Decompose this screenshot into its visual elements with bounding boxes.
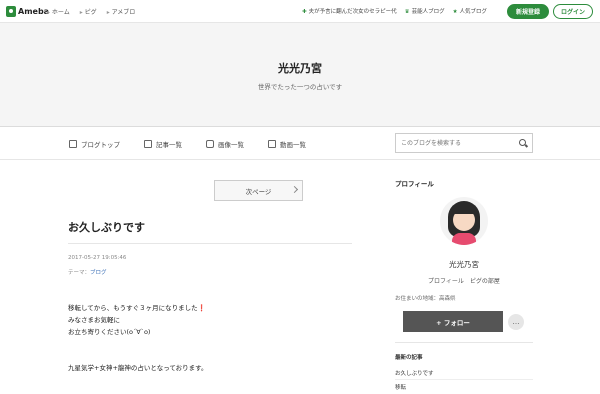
search-input[interactable] xyxy=(396,134,514,152)
profile-heading: プロフィール xyxy=(395,180,434,188)
register-button[interactable]: 新規登録 xyxy=(507,4,549,19)
profile-location: お住まいの地域：高森県 xyxy=(395,296,456,302)
post-divider xyxy=(68,243,352,244)
ameba-logo[interactable]: Ameba xyxy=(6,5,49,18)
more-options-icon[interactable]: … xyxy=(508,314,524,330)
nav-blog-top-label: ブログトップ xyxy=(81,141,120,149)
star-icon: ★ xyxy=(452,9,458,15)
top-link-celebrity-label: 芸能人ブログ xyxy=(411,9,445,15)
nav-articles-label: 記事一覧 xyxy=(156,141,182,149)
global-nav-home[interactable]: ホーム xyxy=(47,7,70,16)
post-date: 2017-05-27 19:05:46 xyxy=(68,255,127,261)
post-theme: テーマ：ブログ xyxy=(68,268,107,276)
post-theme-link[interactable]: ブログ xyxy=(90,270,107,276)
top-link-celebrity[interactable]: ♛ 芸能人ブログ xyxy=(405,7,445,15)
ameba-logo-icon xyxy=(6,6,16,17)
global-nav-ameblo[interactable]: アメブロ xyxy=(107,7,136,16)
exclamation-icon: ❗ xyxy=(197,304,206,312)
global-header: Ameba ホーム ピグ アメブロ ✚夫が予言に翻んだ次女のセラピー代 ♛芸能人… xyxy=(0,0,600,23)
document-icon xyxy=(69,140,77,148)
top-link-popular-label: 人気ブログ xyxy=(459,9,488,15)
top-link-feature[interactable]: ✚ 夫が予言に翻んだ次女のセラピー代 xyxy=(302,7,397,15)
copy-icon xyxy=(144,140,152,148)
recent-article-item[interactable]: お久しぶりです xyxy=(395,369,434,377)
nav-images-label: 画像一覧 xyxy=(218,141,244,149)
nav-videos-label: 動画一覧 xyxy=(280,141,306,149)
nav-articles[interactable]: 記事一覧 xyxy=(144,139,182,149)
post-body-text: 移転してから、もうすぐ３ヶ月になりました xyxy=(68,304,198,312)
post-body-line: 九星気学+女神+龍神の占いとなっております。 xyxy=(68,364,208,372)
global-nav: ホーム ピグ アメブロ xyxy=(47,7,135,16)
blog-title[interactable]: 光光乃宮 xyxy=(0,60,600,76)
login-button[interactable]: ログイン xyxy=(553,4,593,19)
avatar[interactable] xyxy=(440,197,488,245)
blog-subtitle: 世界でたった一つの占いです xyxy=(257,83,343,91)
avatar-body xyxy=(452,233,476,245)
post-body-line: みなさまお気軽に xyxy=(68,316,120,324)
plus-icon: ✚ xyxy=(302,9,307,15)
nav-images[interactable]: 画像一覧 xyxy=(206,139,244,149)
recent-article-divider xyxy=(395,379,533,380)
blog-header: 光光乃宮 世界でたった一つの占いです xyxy=(0,23,600,127)
post-body-line: 移転してから、もうすぐ３ヶ月になりました❗ xyxy=(68,302,206,312)
camera-icon xyxy=(206,140,214,148)
ameba-logo-text: Ameba xyxy=(18,7,50,16)
follow-button[interactable]: + フォロー xyxy=(403,311,503,332)
video-icon xyxy=(268,140,276,148)
chevron-right-icon xyxy=(290,185,299,194)
sidebar-divider xyxy=(395,342,533,343)
next-page-button[interactable]: 次ページ xyxy=(214,180,303,201)
profile-links[interactable]: プロフィール ピグの部屋 xyxy=(395,276,533,285)
profile-name[interactable]: 光光乃宮 xyxy=(395,259,533,270)
blog-search xyxy=(395,133,533,153)
nav-videos[interactable]: 動画一覧 xyxy=(268,139,306,149)
top-link-feature-label: 夫が予言に翻んだ次女のセラピー代 xyxy=(308,9,397,15)
recent-articles-heading: 最新の記事 xyxy=(395,355,423,361)
top-links: ✚ 夫が予言に翻んだ次女のセラピー代 ♛ 芸能人ブログ ★ 人気ブログ xyxy=(302,7,487,15)
post-body-line: お立ち寄りください(o´∀`o) xyxy=(68,328,151,336)
next-page-label: 次ページ xyxy=(245,187,272,196)
nav-blog-top[interactable]: ブログトップ xyxy=(69,139,120,149)
crown-icon: ♛ xyxy=(404,9,410,15)
post-title[interactable]: お久しぶりです xyxy=(68,219,145,235)
post-theme-label: テーマ： xyxy=(68,270,91,276)
recent-article-item[interactable]: 移転 xyxy=(395,383,406,391)
top-link-popular[interactable]: ★ 人気ブログ xyxy=(453,7,487,15)
search-icon[interactable] xyxy=(519,139,526,146)
avatar-bangs xyxy=(451,205,477,214)
global-nav-pigg[interactable]: ピグ xyxy=(80,7,97,16)
